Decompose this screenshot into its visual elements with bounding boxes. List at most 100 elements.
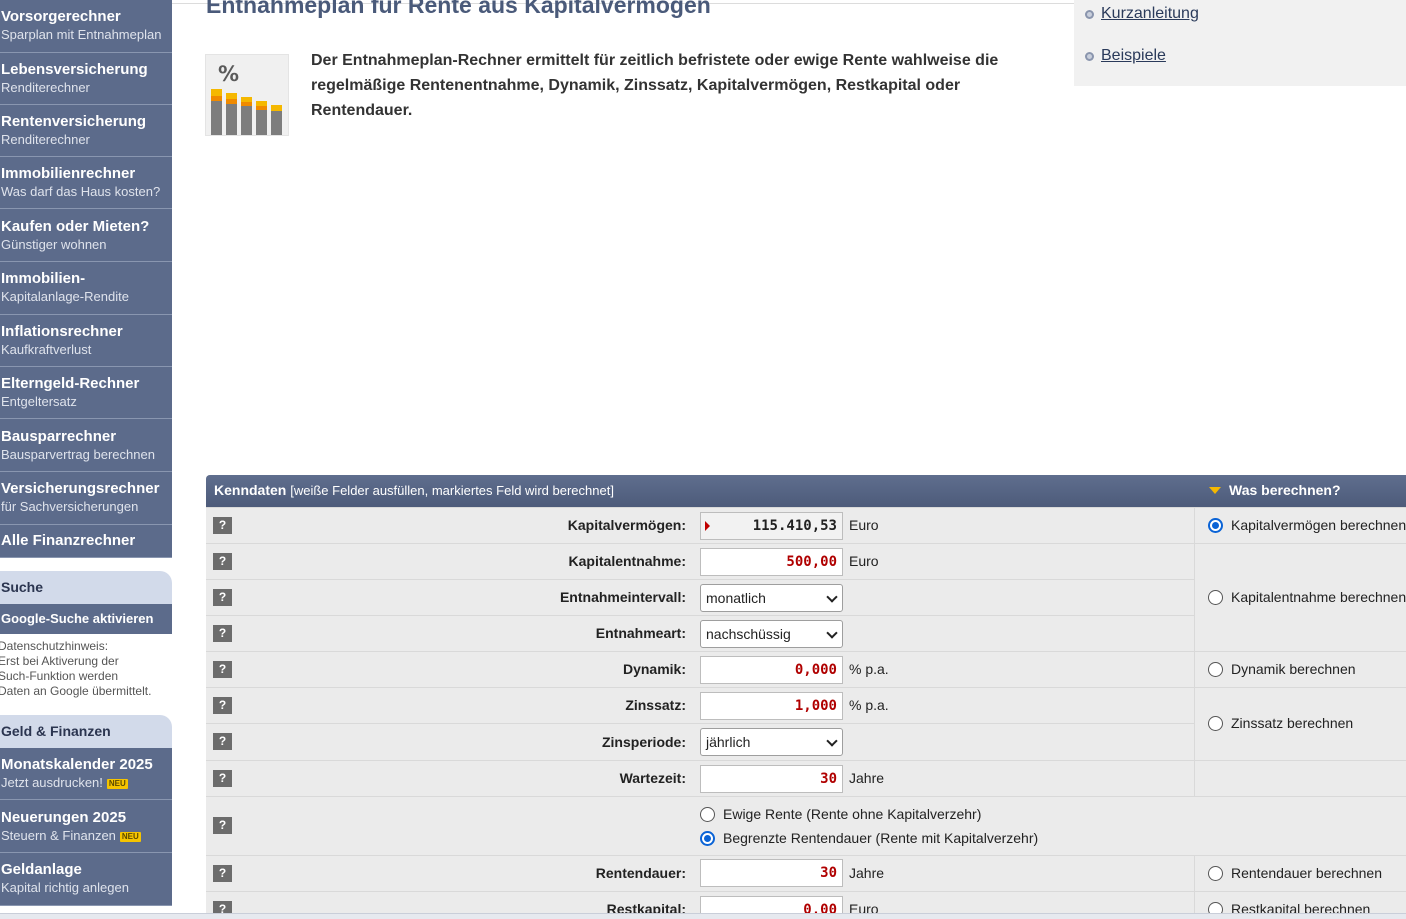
- select-value: nachschüssig: [706, 626, 791, 642]
- sidebar-item-alle-finanzrechner[interactable]: Alle Finanzrechner: [0, 525, 172, 558]
- sidebar-item-title: Alle Finanzrechner: [1, 532, 136, 549]
- radio-icon[interactable]: [1208, 865, 1223, 881]
- row-kapitalentnahme: ? Kapitalentnahme: 500,00 Euro: [206, 544, 1194, 579]
- sidebar-item-versicherungsrechner[interactable]: Versicherungsrechner für Sachversicherun…: [0, 472, 172, 525]
- value-cell: 1,000 % p.a.: [693, 688, 1194, 723]
- row-entnahmeintervall: ? Entnahmeintervall: monatlich: [206, 580, 1194, 615]
- help-icon[interactable]: ?: [213, 770, 232, 787]
- sidebar-item-subtitle: für Sachversicherungen: [1, 499, 139, 514]
- value-cell: 30 Jahre: [693, 761, 1194, 796]
- geld-finanzen-section-header: Geld & Finanzen: [0, 715, 172, 748]
- percent-symbol: %: [218, 62, 239, 86]
- rentenart-option-begrenzte-rentendauer[interactable]: Begrenzte Rentendauer (Rente mit Kapital…: [700, 830, 1038, 846]
- sidebar-item-title: Versicherungsrechner: [1, 480, 160, 497]
- link-kurzanleitung[interactable]: Kurzanleitung: [1085, 5, 1199, 23]
- sidebar-item-rentenversicherung[interactable]: Rentenversicherung Renditerechner: [0, 105, 172, 157]
- sidebar-item-elterngeld-rechner[interactable]: Elterngeld-Rechner Entgeltersatz: [0, 367, 172, 419]
- sidebar-item-subtitle: Renditerechner: [1, 132, 90, 147]
- link-beispiele[interactable]: Beispiele: [1085, 47, 1166, 65]
- sidebar-item-title: Kaufen oder Mieten?: [1, 218, 150, 235]
- page-title: Entnahmeplan für Rente aus Kapitalvermög…: [206, 0, 711, 18]
- calc-option-kapitalvermoegen[interactable]: Kapitalvermögen berechnen: [1208, 517, 1406, 533]
- sidebar-item-monatskalender[interactable]: Monatskalender 2025 Jetzt ausdrucken! NEU: [0, 748, 172, 800]
- help-icon[interactable]: ?: [213, 625, 232, 642]
- radio-icon[interactable]: [700, 806, 715, 822]
- privacy-notice: Datenschutzhinweis: Erst bei Aktiverung …: [0, 639, 172, 699]
- calc-option-label: Rentendauer berechnen: [1231, 865, 1383, 881]
- unit-label: % p.a.: [849, 661, 889, 677]
- radio-selected-icon[interactable]: [700, 830, 715, 846]
- radio-selected-icon[interactable]: [1208, 517, 1223, 533]
- form-header-title: Kenndaten: [214, 482, 287, 498]
- value-cell: 0,000 % p.a.: [693, 652, 1194, 687]
- sidebar-item-subtitle-text: Jetzt ausdrucken!: [1, 775, 103, 790]
- calc-option-kapitalentnahme[interactable]: Kapitalentnahme berechnen: [1208, 589, 1406, 605]
- label-rentendauer: Rentendauer:: [595, 865, 686, 881]
- sidebar-item-kaufen-oder-mieten[interactable]: Kaufen oder Mieten? Günstiger wohnen: [0, 209, 172, 262]
- sidebar-item-title: Rentenversicherung: [1, 113, 147, 130]
- sidebar-item-title: Neuerungen 2025: [1, 809, 127, 826]
- zinsperiode-select[interactable]: jährlich: [700, 728, 843, 756]
- sidebar-item-subtitle: Was darf das Haus kosten?: [1, 184, 161, 199]
- sidebar-item-subtitle: Kapitalanlage-Rendite: [1, 289, 129, 304]
- sidebar-item-neuerungen[interactable]: Neuerungen 2025 Steuern & Finanzen NEU: [0, 800, 172, 853]
- label-entnahmeart: Entnahmeart:: [595, 625, 686, 641]
- sidebar-item-subtitle: Sparplan mit Entnahmeplan: [1, 27, 162, 42]
- help-icon[interactable]: ?: [213, 817, 232, 834]
- calc-option-zinssatz[interactable]: Zinssatz berechnen: [1208, 715, 1353, 731]
- privacy-line: Erst bei Aktiverung der: [0, 654, 119, 668]
- calc-option-label: Kapitalentnahme berechnen: [1231, 589, 1406, 605]
- wartezeit-input[interactable]: 30: [700, 765, 843, 793]
- triangle-down-icon: [1209, 487, 1221, 494]
- kapitalentnahme-input[interactable]: 500,00: [700, 548, 843, 576]
- sidebar-item-subtitle: Renditerechner: [1, 80, 90, 95]
- dynamik-input[interactable]: 0,000: [700, 656, 843, 684]
- sidebar-item-vorsorgerechner[interactable]: Vorsorgerechner Sparplan mit Entnahmepla…: [0, 0, 172, 53]
- rentendauer-input[interactable]: 30: [700, 859, 843, 887]
- help-icon[interactable]: ?: [213, 553, 232, 570]
- sidebar-item-subtitle: Steuern & Finanzen NEU: [1, 827, 172, 844]
- sidebar-item-subtitle-text: Steuern & Finanzen: [1, 828, 116, 843]
- row-kapitalvermoegen: ? Kapitalvermögen: 115.410,53 Euro: [206, 508, 1194, 543]
- radio-icon[interactable]: [1208, 715, 1223, 731]
- sidebar-item-title: Elterngeld-Rechner: [1, 375, 140, 392]
- entnahmeart-select[interactable]: nachschüssig: [700, 620, 843, 648]
- sidebar-item-bausparrechner[interactable]: Bausparrechner Bausparvertrag berechnen: [0, 419, 172, 472]
- sidebar-item-inflationsrechner[interactable]: Inflationsrechner Kaufkraftverlust: [0, 315, 172, 367]
- radio-icon[interactable]: [1208, 589, 1223, 605]
- sidebar-item-lebensversicherung[interactable]: Lebensversicherung Renditerechner: [0, 53, 172, 105]
- help-icon[interactable]: ?: [213, 661, 232, 678]
- kapitalvermoegen-field[interactable]: 115.410,53: [700, 512, 843, 540]
- sidebar-item-title: Geldanlage: [1, 861, 82, 878]
- calc-cell-zinssatz: Zinssatz berechnen: [1195, 688, 1406, 760]
- google-search-activate-button[interactable]: Google-Suche aktivieren: [0, 604, 172, 634]
- privacy-line: Daten an Google übermittelt.: [0, 684, 152, 698]
- sidebar-item-immobilien-kapitalanlage[interactable]: Immobilien- Kapitalanlage-Rendite: [0, 262, 172, 315]
- radio-icon[interactable]: [1208, 661, 1223, 677]
- rentenart-option-ewige-rente[interactable]: Ewige Rente (Rente ohne Kapitalverzehr): [700, 806, 981, 822]
- calc-option-dynamik[interactable]: Dynamik berechnen: [1208, 661, 1356, 677]
- zinssatz-input[interactable]: 1,000: [700, 692, 843, 720]
- unit-label: Jahre: [849, 770, 885, 786]
- calc-option-rentendauer[interactable]: Rentendauer berechnen: [1208, 865, 1382, 881]
- help-icon[interactable]: ?: [213, 697, 232, 714]
- privacy-line: Datenschutzhinweis:: [0, 639, 109, 653]
- help-icon[interactable]: ?: [213, 517, 232, 534]
- help-icon[interactable]: ?: [213, 733, 232, 750]
- row-entnahmeart: ? Entnahmeart: nachschüssig: [206, 616, 1194, 651]
- select-value: jährlich: [706, 734, 751, 750]
- sidebar-item-immobilienrechner[interactable]: Immobilienrechner Was darf das Haus kost…: [0, 157, 172, 209]
- sidebar-item-subtitle: Bausparvertrag berechnen: [1, 447, 155, 462]
- sidebar-item-geldanlage[interactable]: Geldanlage Kapital richtig anlegen: [0, 853, 172, 906]
- entnahmeintervall-select[interactable]: monatlich: [700, 584, 843, 612]
- sidebar-item-subtitle: Entgeltersatz: [1, 394, 77, 409]
- bullet-icon: [1085, 9, 1094, 19]
- chevron-down-icon: [826, 627, 838, 639]
- value-cell: 30 Jahre: [693, 856, 1194, 891]
- unit-label: Euro: [849, 517, 879, 533]
- help-icon[interactable]: ?: [213, 865, 232, 882]
- percent-chart-icon: %: [205, 54, 289, 136]
- sidebar-item-subtitle: Kapital richtig anlegen: [1, 880, 129, 895]
- sidebar-item-title: Bausparrechner: [1, 428, 117, 445]
- help-icon[interactable]: ?: [213, 589, 232, 606]
